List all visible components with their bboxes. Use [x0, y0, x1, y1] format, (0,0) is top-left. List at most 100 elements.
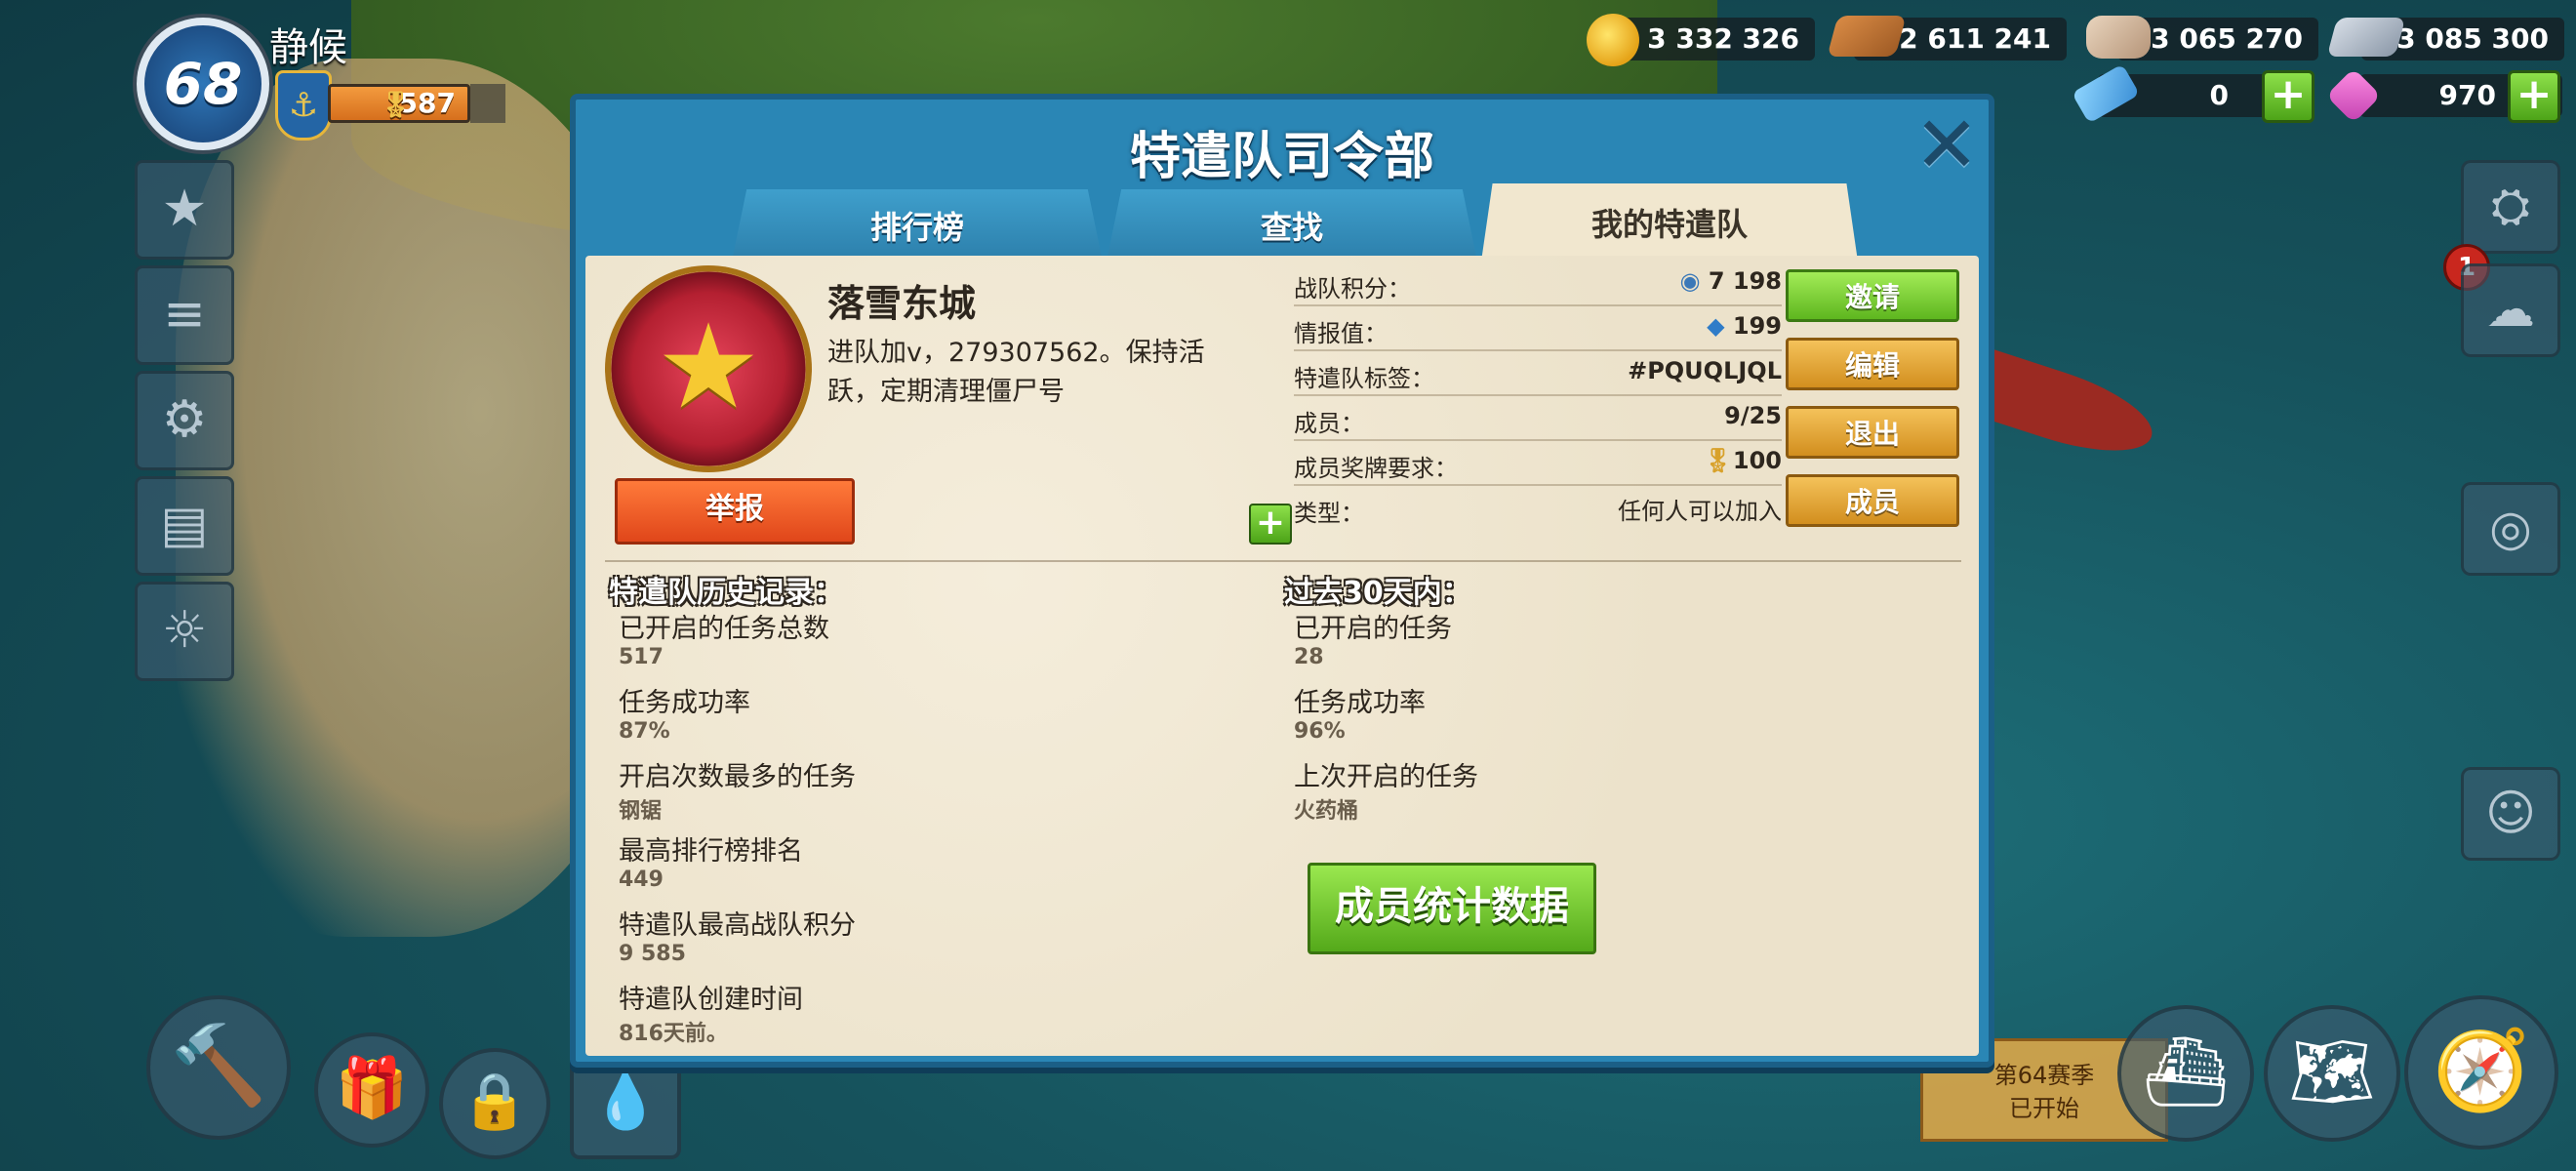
history-item: 特遣队创建时间 816天前。 [619, 978, 856, 1052]
stat-row-medal-req: 成员奖牌要求： 🎖100 [1294, 441, 1782, 486]
add-gems-button[interactable]: + [2508, 70, 2560, 123]
history-item: 开启次数最多的任务钢锯 [619, 755, 856, 829]
compass-icon[interactable]: 🧭 [2404, 995, 2558, 1150]
recent-label: 任务成功率 [1294, 688, 1426, 718]
history-label: 任务成功率 [619, 688, 750, 718]
stat-row-intel: 情报值： ◆ 199 [1294, 306, 1782, 351]
chat-bubble-icon[interactable]: ☁ [2461, 263, 2560, 357]
tab-search-label: 查找 [1260, 209, 1323, 246]
gold-value: 3 332 326 [1647, 22, 1799, 55]
stone-icon [2086, 16, 2151, 59]
history-list: 已开启的任务总数 517 任务成功率 87% 开启次数最多的任务钢锯 最高排行榜排名… [619, 607, 856, 1052]
recent-label: 上次开启的任务 [1294, 762, 1478, 792]
stat-label: 情报值： [1294, 320, 1388, 347]
history-item: 最高排行榜排名 449 [619, 829, 856, 904]
stat-row-tag: 特遣队标签： #PQUQLJQL [1294, 351, 1782, 396]
invite-button[interactable]: 邀请 [1786, 269, 1959, 322]
wood-icon [1827, 16, 1907, 57]
history-value: 517 [619, 645, 664, 669]
task-force-panel: ★ 举报 落雪东城 进队加v，279307562。保持活跃，定期清理僵尸号 战队… [585, 256, 1979, 1056]
gem-value: 970 [2438, 79, 2496, 111]
support-icon[interactable]: ◎ [2461, 482, 2560, 576]
history-label: 开启次数最多的任务 [619, 762, 856, 792]
stat-value: ◆ 199 [1707, 312, 1782, 340]
player-name: 静候 [269, 25, 347, 70]
build-hammer-icon[interactable]: 🔨 [146, 995, 291, 1140]
add-member-button[interactable]: + [1249, 504, 1292, 545]
history-item: 特遣队最高战队积分 9 585 [619, 904, 856, 978]
history-header: 特遣队历史记录： [609, 576, 843, 610]
members-button[interactable]: 成员 [1786, 474, 1959, 527]
vault-icon[interactable]: 🔒 [439, 1048, 550, 1159]
medal-icon: 🎖 [1703, 447, 1733, 474]
history-item: 已开启的任务总数 517 [619, 607, 856, 681]
stat-label: 类型： [1294, 500, 1364, 527]
score-icon: ◉ [1679, 267, 1709, 295]
medal-bar-end [470, 84, 505, 123]
stat-label: 特遣队标签： [1294, 365, 1434, 392]
leave-button[interactable]: 退出 [1786, 406, 1959, 459]
recent-value: 火药桶 [1294, 799, 1359, 824]
task-force-name: 落雪东城 [827, 282, 977, 325]
stat-row-score: 战队积分： ◉ 7 198 [1294, 262, 1782, 306]
tab-leaderboard[interactable]: 排行榜 [732, 189, 1103, 262]
edit-button[interactable]: 编辑 [1786, 338, 1959, 390]
stat-row-members: 成员： 9/25 [1294, 396, 1782, 441]
history-label: 特遣队创建时间 [619, 985, 803, 1015]
history-value: 钢锯 [619, 799, 663, 824]
close-icon[interactable]: ✕ [1912, 106, 1981, 184]
tab-leaderboard-label: 排行榜 [869, 209, 964, 246]
history-label: 已开启的任务总数 [619, 614, 829, 644]
task-force-dialog: 特遣队司令部 ✕ 排行榜 查找 我的特遣队 ★ 举报 落雪东城 进队加v，279… [570, 94, 1994, 1068]
recent-value: 28 [1294, 645, 1324, 669]
recent-item: 已开启的任务 28 [1294, 607, 1478, 681]
gold-icon [1587, 14, 1639, 66]
settings-gear-icon[interactable]: ⚙ [135, 371, 234, 470]
history-value: 9 585 [619, 942, 686, 966]
task-force-icon[interactable]: ⛭ [2461, 160, 2560, 254]
history-value: 449 [619, 868, 664, 892]
dialog-title: 特遣队司令部 [1129, 128, 1434, 186]
stat-row-type: 类型： 任何人可以加入 [1294, 486, 1782, 529]
stat-label: 成员： [1294, 410, 1364, 437]
map-icon[interactable]: 🗺 [2264, 1005, 2400, 1142]
tab-search[interactable]: 查找 [1107, 189, 1477, 262]
stat-value: 9/25 [1724, 402, 1782, 429]
friends-icon[interactable]: ☺ [2461, 767, 2560, 861]
tab-my-task-force[interactable]: 我的特遣队 [1481, 183, 1858, 262]
task-force-description: 进队加v，279307562。保持活跃，定期清理僵尸号 [827, 338, 1205, 407]
stat-label: 战队积分： [1294, 275, 1411, 303]
stat-value: ◉ 7 198 [1679, 267, 1782, 295]
recent-value: 96% [1294, 719, 1346, 744]
iron-icon [2326, 18, 2406, 57]
history-value: 816天前。 [619, 1022, 728, 1046]
emblem-star-icon: ★ [656, 300, 761, 435]
tab-my-task-force-label: 我的特遣队 [1590, 206, 1748, 243]
treasure-icon[interactable]: 🎁 [314, 1032, 429, 1148]
stat-value: #PQUQLJQL [1628, 357, 1782, 384]
report-button[interactable]: 举报 [615, 478, 855, 545]
recent-item: 任务成功率 96% [1294, 681, 1478, 755]
member-stats-button[interactable]: 成员统计数据 [1308, 863, 1596, 954]
intel-icon: ◆ [1707, 312, 1733, 340]
leaderboard-icon[interactable]: ≡ [135, 265, 234, 365]
player-level: 68 [163, 51, 243, 117]
stars-icon[interactable]: ★ [135, 160, 234, 260]
add-diamonds-button[interactable]: + [2262, 70, 2314, 123]
history-label: 最高排行榜排名 [619, 836, 803, 867]
history-label: 特遣队最高战队积分 [619, 910, 856, 941]
stone-value: 3 065 270 [2151, 22, 2303, 55]
history-value: 87% [619, 719, 670, 744]
wood-value: 2 611 241 [1899, 22, 2051, 55]
recent-item: 上次开启的任务火药桶 [1294, 755, 1478, 829]
stat-value: 任何人可以加入 [1618, 498, 1782, 525]
news-icon[interactable]: ▤ [135, 476, 234, 576]
player-level-badge[interactable]: 68 [137, 18, 269, 150]
rank-anchor-icon[interactable]: ⚓ [275, 70, 332, 141]
gold-counter: 3 332 326 [1620, 18, 1815, 61]
medal-bar: 🎖 587 [328, 84, 470, 123]
boat-icon[interactable]: ⛴ [2117, 1005, 2254, 1142]
stat-value: 🎖100 [1703, 447, 1782, 474]
hint-lightbulb-icon[interactable]: ☼ [135, 582, 234, 681]
stat-label: 成员奖牌要求： [1294, 455, 1458, 482]
